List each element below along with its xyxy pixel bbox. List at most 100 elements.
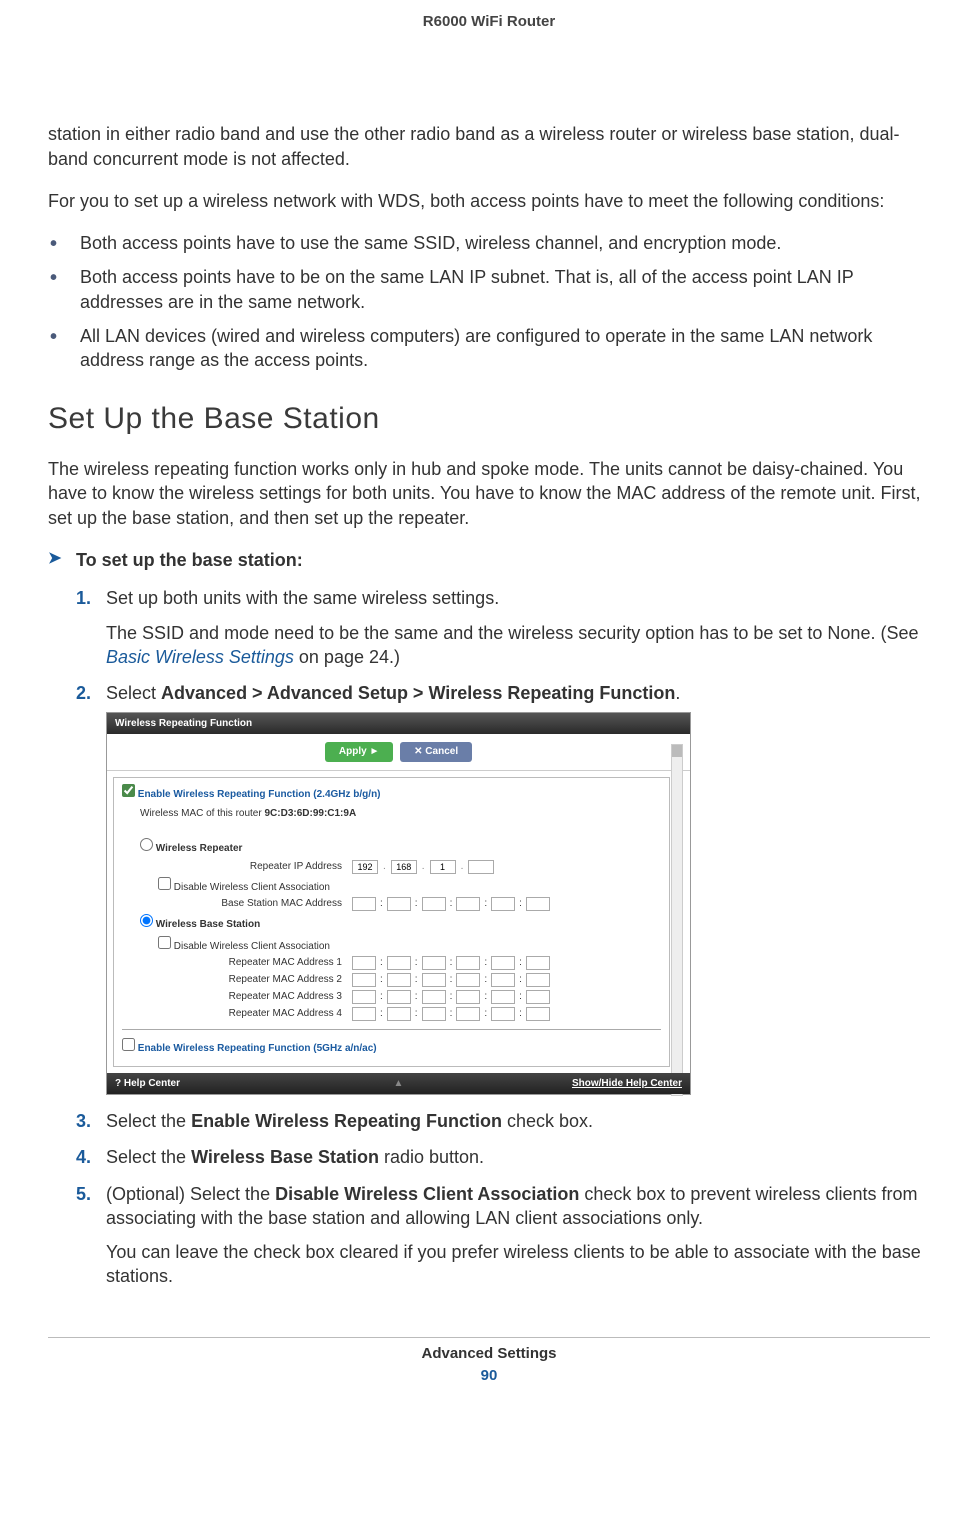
step-body: The SSID and mode need to be the same an… [106, 621, 930, 670]
wireless-base-station-radio[interactable] [140, 914, 153, 927]
mac-seg-input[interactable] [526, 897, 550, 911]
mac-seg-input[interactable] [491, 1007, 515, 1021]
cross-reference-link[interactable]: Basic Wireless Settings [106, 647, 294, 667]
mac-seg-input[interactable] [456, 990, 480, 1004]
conditions-list: Both access points have to use the same … [48, 231, 930, 372]
enable-5-label: Enable Wireless Repeating Function (5GHz… [138, 1043, 377, 1054]
mac-seg-input[interactable] [422, 990, 446, 1004]
mac-value: 9C:D3:6D:99:C1:9A [264, 808, 356, 819]
text: . [675, 683, 680, 703]
mac-seg-input[interactable] [526, 990, 550, 1004]
step-body: You can leave the check box cleared if y… [106, 1240, 930, 1289]
wireless-repeater-radio[interactable] [140, 838, 153, 851]
rep-mac-3-row: Repeater MAC Address 3 ::::: [158, 990, 661, 1004]
mac-label: Wireless MAC of this router [140, 808, 262, 819]
ui-element-name: Disable Wireless Client Association [275, 1184, 579, 1204]
paragraph: station in either radio band and use the… [48, 122, 930, 171]
router-ui-screenshot: Wireless Repeating Function Apply ► ✕ Ca… [106, 712, 691, 1096]
ip-octet-input[interactable] [468, 860, 494, 874]
wireless-repeater-label: Wireless Repeater [156, 843, 243, 854]
mac-seg-input[interactable] [352, 897, 376, 911]
cancel-button[interactable]: ✕ Cancel [400, 742, 472, 762]
step-item: 4. Select the Wireless Base Station radi… [76, 1145, 930, 1169]
list-item: All LAN devices (wired and wireless comp… [48, 324, 930, 373]
disable-assoc-label-2: Disable Wireless Client Association [174, 941, 330, 952]
text: (Optional) Select the [106, 1184, 275, 1204]
mac-seg-input[interactable] [526, 973, 550, 987]
text: Select the [106, 1111, 191, 1131]
base-mac-label: Base Station MAC Address [158, 897, 348, 911]
step-item: 5. (Optional) Select the Disable Wireles… [76, 1182, 930, 1289]
text: check box. [502, 1111, 593, 1131]
disable-assoc-label: Disable Wireless Client Association [174, 882, 330, 893]
mac-seg-input[interactable] [387, 956, 411, 970]
mac-seg-input[interactable] [422, 897, 446, 911]
mac-seg-input[interactable] [491, 973, 515, 987]
mac-seg-input[interactable] [456, 897, 480, 911]
text: radio button. [379, 1147, 484, 1167]
base-mac-row: Base Station MAC Address ::::: [158, 897, 661, 911]
list-item: Both access points have to be on the sam… [48, 265, 930, 314]
rep-mac-2-label: Repeater MAC Address 2 [158, 973, 348, 987]
enable-5-row: Enable Wireless Repeating Function (5GHz… [122, 1038, 661, 1056]
step-number: 1. [76, 586, 91, 610]
dot-separator: . [421, 860, 426, 874]
help-center-label[interactable]: ? Help Center [115, 1077, 180, 1091]
mac-seg-input[interactable] [422, 973, 446, 987]
mac-seg-input[interactable] [387, 973, 411, 987]
doc-header-title: R6000 WiFi Router [48, 12, 930, 32]
step-number: 5. [76, 1182, 91, 1206]
disable-assoc-row-2: Disable Wireless Client Association [158, 936, 661, 954]
ip-octet-input[interactable] [391, 860, 417, 874]
mac-seg-input[interactable] [456, 973, 480, 987]
mac-seg-input[interactable] [387, 990, 411, 1004]
rep-mac-4-row: Repeater MAC Address 4 ::::: [158, 1007, 661, 1021]
text: Select [106, 683, 161, 703]
mac-seg-input[interactable] [491, 897, 515, 911]
text: The SSID and mode need to be the same an… [106, 623, 918, 643]
step-item: 2. Select Advanced > Advanced Setup > Wi… [76, 681, 930, 1095]
scrollbar[interactable] [671, 744, 683, 1096]
step-number: 4. [76, 1145, 91, 1169]
show-hide-help-link[interactable]: Show/Hide Help Center [572, 1077, 682, 1091]
enable-24-label: Enable Wireless Repeating Function (2.4G… [138, 789, 381, 800]
ip-octet-input[interactable] [430, 860, 456, 874]
disable-assoc-row: Disable Wireless Client Association [158, 877, 661, 895]
paragraph: For you to set up a wireless network wit… [48, 189, 930, 213]
mac-seg-input[interactable] [526, 956, 550, 970]
dot-separator: . [382, 860, 387, 874]
mac-seg-input[interactable] [352, 956, 376, 970]
section-heading: Set Up the Base Station [48, 399, 930, 440]
enable-5-checkbox[interactable] [122, 1038, 135, 1051]
mac-seg-input[interactable] [526, 1007, 550, 1021]
mac-seg-input[interactable] [352, 1007, 376, 1021]
mac-seg-input[interactable] [352, 990, 376, 1004]
page-footer: Advanced Settings 90 [48, 1337, 930, 1387]
mac-seg-input[interactable] [352, 973, 376, 987]
scroll-thumb[interactable] [672, 745, 682, 757]
mac-seg-input[interactable] [387, 897, 411, 911]
disable-assoc-checkbox-2[interactable] [158, 936, 171, 949]
rep-mac-1-row: Repeater MAC Address 1 ::::: [158, 956, 661, 970]
repeater-radio-row: Wireless Repeater [140, 838, 661, 856]
footer-page-number: 90 [48, 1366, 930, 1386]
ui-element-name: Enable Wireless Repeating Function [191, 1111, 502, 1131]
mac-seg-input[interactable] [422, 1007, 446, 1021]
mac-seg-input[interactable] [422, 956, 446, 970]
ip-octet-input[interactable] [352, 860, 378, 874]
text: on page 24.) [294, 647, 400, 667]
mac-seg-input[interactable] [456, 956, 480, 970]
steps-list: 1. Set up both units with the same wirel… [48, 586, 930, 1288]
divider [122, 1029, 661, 1030]
disable-assoc-checkbox[interactable] [158, 877, 171, 890]
enable-24-checkbox[interactable] [122, 784, 135, 797]
mac-seg-input[interactable] [387, 1007, 411, 1021]
text: Select the [106, 1147, 191, 1167]
apply-button[interactable]: Apply ► [325, 742, 393, 762]
mac-seg-input[interactable] [491, 990, 515, 1004]
mac-seg-input[interactable] [491, 956, 515, 970]
paragraph: The wireless repeating function works on… [48, 457, 930, 530]
router-panel: Enable Wireless Repeating Function (2.4G… [113, 777, 670, 1067]
mac-seg-input[interactable] [456, 1007, 480, 1021]
expand-icon[interactable]: ▲ [394, 1077, 404, 1091]
